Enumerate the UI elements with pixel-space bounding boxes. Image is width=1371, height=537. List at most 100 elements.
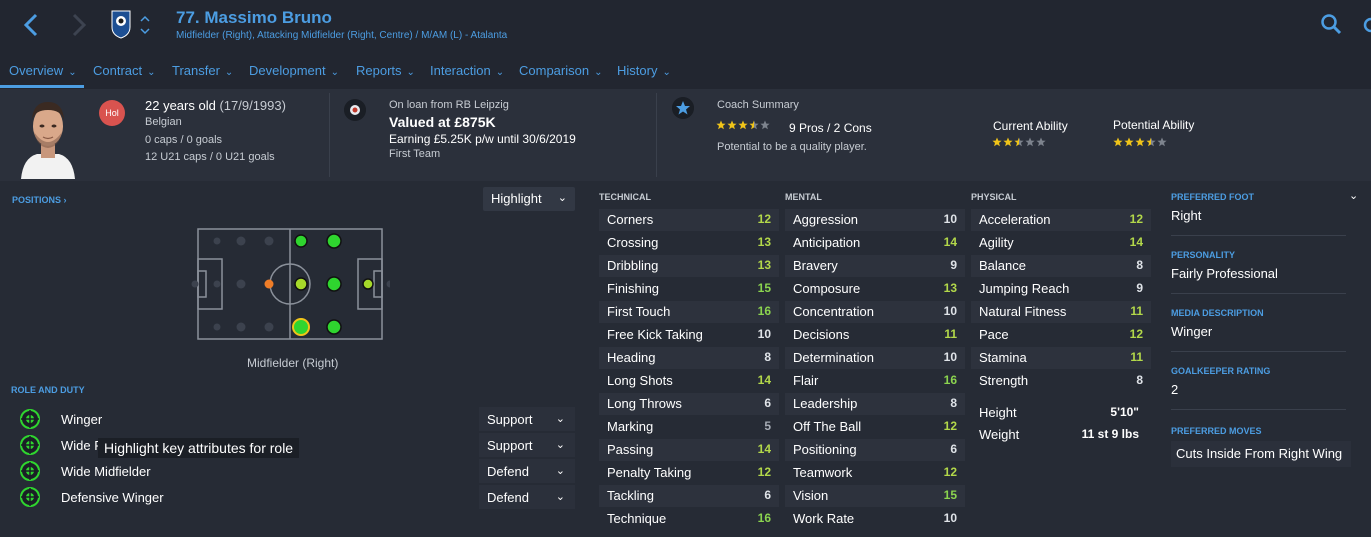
attribute-row[interactable]: Free Kick Taking 10 xyxy=(599,324,779,346)
attribute-row[interactable]: Work Rate 10 xyxy=(785,508,965,530)
nationality[interactable]: Belgian xyxy=(145,116,182,128)
club-badge-icon[interactable] xyxy=(110,9,132,39)
attribute-name: Agility xyxy=(979,235,1014,250)
attribute-row[interactable]: Long Throws 6 xyxy=(599,393,779,415)
attribute-name: Stamina xyxy=(979,350,1027,365)
divider xyxy=(656,93,657,177)
attribute-row[interactable]: Penalty Taking 12 xyxy=(599,462,779,484)
role-row[interactable]: Winger Support ⌄ xyxy=(0,406,580,432)
attribute-row[interactable]: Long Shots 14 xyxy=(599,370,779,392)
divider xyxy=(1171,351,1346,352)
player-positions[interactable]: Midfielder (Right), Attacking Midfielder… xyxy=(176,30,507,41)
attribute-row[interactable]: Leadership 8 xyxy=(785,393,965,415)
tab-transfer[interactable]: Transfer ⌄ xyxy=(172,63,233,78)
duty-dropdown[interactable]: Defend ⌄ xyxy=(479,459,575,483)
tooltip: Highlight key attributes for role xyxy=(98,438,300,458)
attribute-row[interactable]: Balance 8 xyxy=(971,255,1151,277)
attribute-row[interactable]: Tackling 6 xyxy=(599,485,779,507)
attribute-row[interactable]: Natural Fitness 11 xyxy=(971,301,1151,323)
attribute-row[interactable]: Bravery 9 xyxy=(785,255,965,277)
tab-contract[interactable]: Contract ⌄ xyxy=(93,63,156,78)
attribute-name: Teamwork xyxy=(793,465,853,480)
coach-summary-label: Coach Summary xyxy=(717,99,799,111)
tab-comparison[interactable]: Comparison ⌄ xyxy=(519,63,602,78)
tab-interaction[interactable]: Interaction ⌄ xyxy=(430,63,504,78)
menu-edge-icon[interactable] xyxy=(1362,14,1371,36)
attribute-row[interactable]: Decisions 11 xyxy=(785,324,965,346)
pros-cons[interactable]: 9 Pros / 2 Cons xyxy=(789,121,872,135)
media-description[interactable]: Winger xyxy=(1171,324,1212,339)
search-icon[interactable] xyxy=(1320,13,1342,35)
attribute-row[interactable]: Teamwork 12 xyxy=(785,462,965,484)
player-value: Valued at £875K xyxy=(389,114,496,130)
tab-history[interactable]: History ⌄ xyxy=(617,63,671,78)
positions-link[interactable]: POSITIONS › xyxy=(12,195,67,205)
attribute-row[interactable]: Flair 16 xyxy=(785,370,965,392)
role-name: Defensive Winger xyxy=(61,490,164,505)
tab-development[interactable]: Development ⌄ xyxy=(249,63,339,78)
role-row[interactable]: Defensive Winger Defend ⌄ xyxy=(0,484,580,510)
attribute-value: 13 xyxy=(943,281,957,295)
weight-value: 11 st 9 lbs xyxy=(1081,427,1139,441)
attribute-row[interactable]: Pace 12 xyxy=(971,324,1151,346)
attribute-row[interactable]: Finishing 15 xyxy=(599,278,779,300)
attribute-name: Decisions xyxy=(793,327,850,342)
attribute-row[interactable]: Heading 8 xyxy=(599,347,779,369)
attribute-row[interactable]: Anticipation 14 xyxy=(785,232,965,254)
attribute-row[interactable]: Technique 16 xyxy=(599,508,779,530)
attribute-name: Vision xyxy=(793,488,829,503)
club-toggle-icon[interactable] xyxy=(138,12,152,38)
preferred-move[interactable]: Cuts Inside From Right Wing xyxy=(1171,441,1351,467)
attribute-row[interactable]: Jumping Reach 9 xyxy=(971,278,1151,300)
personality[interactable]: Fairly Professional xyxy=(1171,266,1278,281)
attribute-value: 9 xyxy=(950,258,957,272)
rating-star-icon xyxy=(760,120,770,130)
forward-arrow-icon[interactable] xyxy=(66,10,92,40)
attribute-row[interactable]: Concentration 10 xyxy=(785,301,965,323)
highlight-dropdown[interactable]: Highlight ⌄ xyxy=(483,187,575,211)
attribute-row[interactable]: Positioning 6 xyxy=(785,439,965,461)
attribute-name: Positioning xyxy=(793,442,857,457)
attribute-row[interactable]: Vision 15 xyxy=(785,485,965,507)
goalkeeper-rating: 2 xyxy=(1171,382,1179,397)
attribute-row[interactable]: Corners 12 xyxy=(599,209,779,231)
attribute-name: Marking xyxy=(607,419,654,434)
weight-label: Weight xyxy=(979,427,1020,442)
chevron-down-icon[interactable]: ⌄ xyxy=(1349,189,1358,202)
loan-label[interactable]: On loan from RB Leipzig xyxy=(389,99,509,111)
attribute-row[interactable]: First Touch 16 xyxy=(599,301,779,323)
tab-reports[interactable]: Reports ⌄ xyxy=(356,63,415,78)
attribute-value: 13 xyxy=(757,258,771,272)
attribute-row[interactable]: Crossing 13 xyxy=(599,232,779,254)
duty-dropdown[interactable]: Support ⌄ xyxy=(479,433,575,457)
role-row[interactable]: Wide Midfielder Defend ⌄ xyxy=(0,458,580,484)
attribute-row[interactable]: Dribbling 13 xyxy=(599,255,779,277)
attribute-value: 11 xyxy=(944,327,957,341)
attribute-name: Composure xyxy=(793,281,861,296)
height-label: Height xyxy=(979,405,1017,420)
player-name: 77. Massimo Bruno xyxy=(176,8,332,27)
holiday-badge[interactable]: Hol xyxy=(99,100,125,126)
back-arrow-icon[interactable] xyxy=(18,10,44,40)
profile-strip: Hol 22 years old (17/9/1993) Belgian 0 c… xyxy=(0,89,1371,181)
attribute-row[interactable]: Determination 10 xyxy=(785,347,965,369)
duty-dropdown[interactable]: Support ⌄ xyxy=(479,407,575,431)
attribute-row[interactable]: Acceleration 12 xyxy=(971,209,1151,231)
attribute-row[interactable]: Agility 14 xyxy=(971,232,1151,254)
attribute-value: 12 xyxy=(1129,327,1143,341)
attribute-row[interactable]: Off The Ball 12 xyxy=(785,416,965,438)
role-suitability-icon xyxy=(20,435,40,455)
attribute-row[interactable]: Composure 13 xyxy=(785,278,965,300)
attribute-value: 12 xyxy=(757,465,771,479)
attribute-row[interactable]: Marking 5 xyxy=(599,416,779,438)
attribute-row[interactable]: Passing 14 xyxy=(599,439,779,461)
attribute-row[interactable]: Strength 8 xyxy=(971,370,1151,392)
rating-star-icon xyxy=(1036,137,1046,147)
tab-overview[interactable]: Overview ⌄ xyxy=(9,63,77,78)
potential-text: Potential to be a quality player. xyxy=(717,141,867,153)
attribute-name: Long Shots xyxy=(607,373,673,388)
attribute-row[interactable]: Stamina 11 xyxy=(971,347,1151,369)
duty-dropdown[interactable]: Defend ⌄ xyxy=(479,485,575,509)
attribute-name: Free Kick Taking xyxy=(607,327,703,342)
attribute-row[interactable]: Aggression 10 xyxy=(785,209,965,231)
